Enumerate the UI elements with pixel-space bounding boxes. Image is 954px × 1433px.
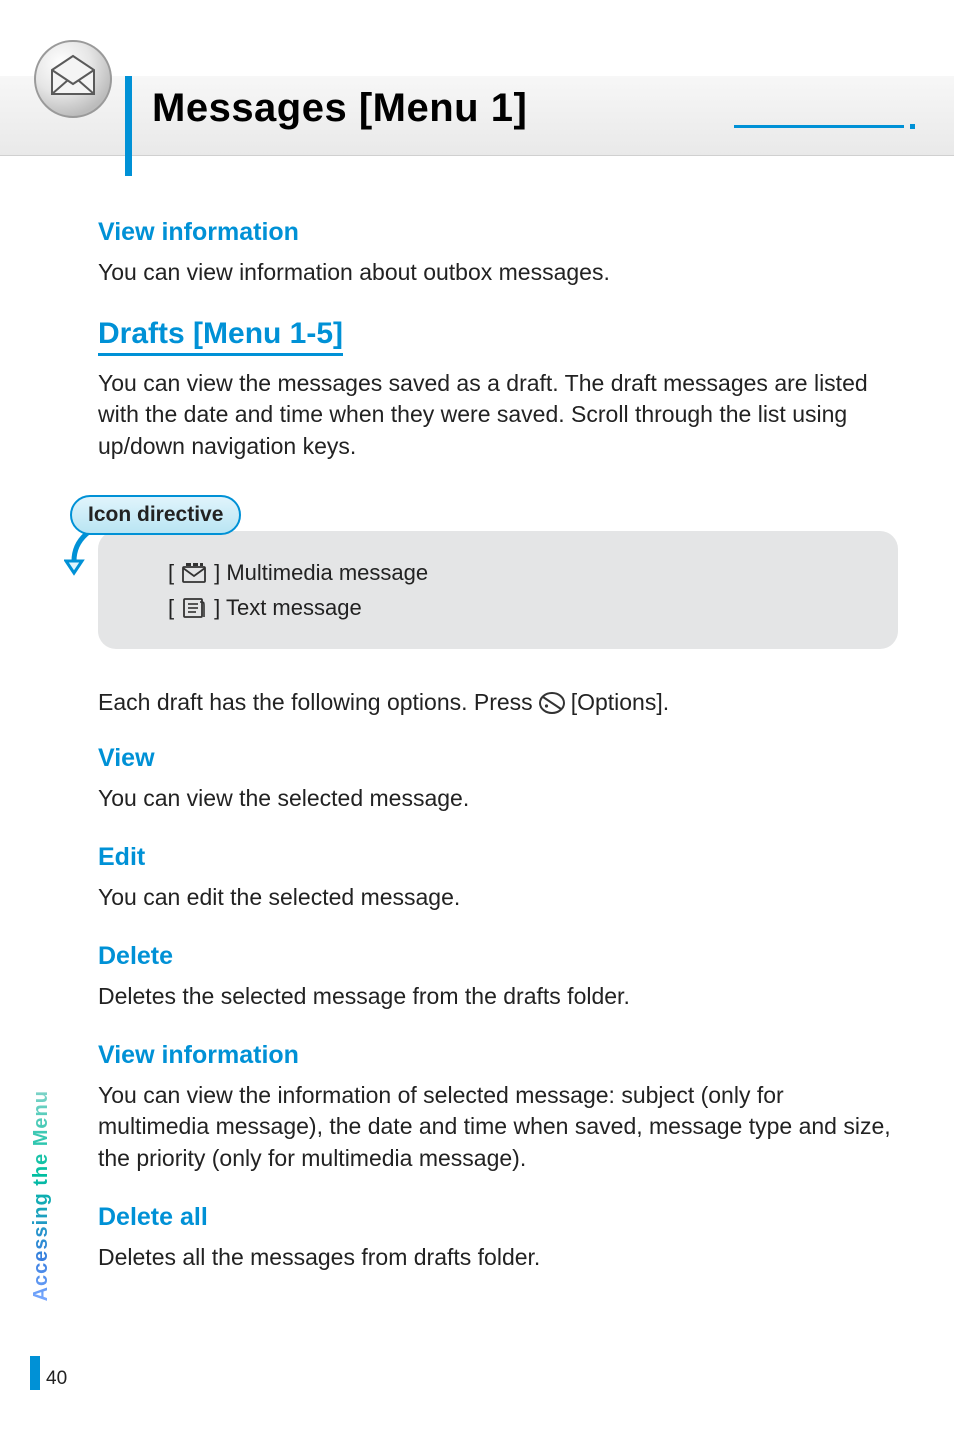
body-view: You can view the selected message. bbox=[98, 783, 898, 815]
callout-row-mms: [ ] Multimedia message bbox=[168, 555, 870, 590]
side-section-label: Accessing the Menu bbox=[30, 1090, 60, 1350]
heading-delete: Delete bbox=[98, 942, 898, 971]
vertical-rule bbox=[125, 76, 132, 176]
heading-view: View bbox=[98, 744, 898, 773]
callout-text-mms: ] Multimedia message bbox=[214, 555, 428, 590]
page-title: Messages [Menu 1] bbox=[152, 86, 527, 131]
options-suffix: [Options]. bbox=[571, 689, 669, 716]
body-view-information-bottom: You can view the information of selected… bbox=[98, 1080, 898, 1175]
body-edit: You can edit the selected message. bbox=[98, 882, 898, 914]
header-accent bbox=[734, 76, 954, 156]
body-view-information-top: You can view information about outbox me… bbox=[98, 257, 898, 289]
heading-drafts: Drafts [Menu 1-5] bbox=[98, 317, 343, 356]
callout-text-sms: ] Text message bbox=[214, 590, 362, 625]
options-prefix: Each draft has the following options. Pr… bbox=[98, 689, 533, 716]
callout-box: [ ] Multimedia message [ bbox=[98, 531, 898, 649]
icon-directive-callout: Icon directive [ ] Multimedia messa bbox=[64, 495, 864, 649]
callout-row-sms: [ ] Text message bbox=[168, 590, 870, 625]
callout-label: Icon directive bbox=[70, 495, 241, 535]
body-delete: Deletes the selected message from the dr… bbox=[98, 981, 898, 1013]
heading-view-information-top: View information bbox=[98, 218, 898, 247]
envelope-icon bbox=[32, 38, 114, 120]
heading-edit: Edit bbox=[98, 843, 898, 872]
sms-icon bbox=[182, 598, 206, 618]
header-accent-dot bbox=[910, 124, 915, 129]
body-drafts: You can view the messages saved as a dra… bbox=[98, 368, 898, 463]
softkey-icon bbox=[539, 690, 565, 716]
heading-view-information-bottom: View information bbox=[98, 1041, 898, 1070]
body-delete-all: Deletes all the messages from drafts fol… bbox=[98, 1242, 898, 1274]
bracket-open-2: [ bbox=[168, 590, 174, 625]
page-content: View information You can view informatio… bbox=[98, 218, 898, 1273]
side-accent-bar bbox=[30, 1356, 40, 1390]
page-number: 40 bbox=[46, 1368, 67, 1390]
options-instruction: Each draft has the following options. Pr… bbox=[98, 689, 898, 716]
header-accent-line bbox=[734, 125, 904, 128]
heading-delete-all: Delete all bbox=[98, 1203, 898, 1232]
bracket-open: [ bbox=[168, 555, 174, 590]
side-section-text: Accessing the Menu bbox=[30, 1090, 53, 1301]
mms-icon bbox=[182, 563, 206, 583]
